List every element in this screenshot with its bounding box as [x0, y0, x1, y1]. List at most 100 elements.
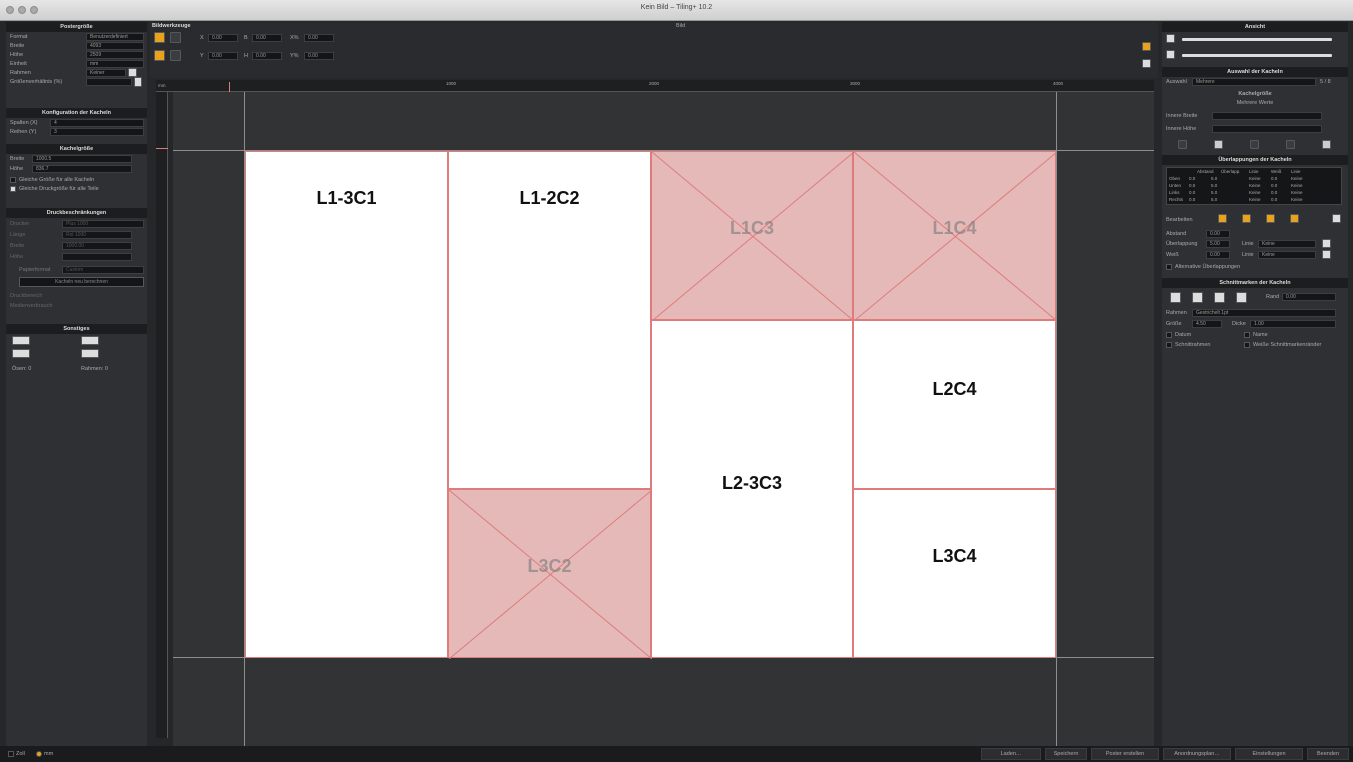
paper-format-select[interactable]: Custom — [62, 266, 144, 274]
tile-L2-3C3[interactable]: L2-3C3 — [651, 320, 853, 658]
edit-bottom-icon[interactable] — [1242, 214, 1251, 223]
tile-L2C4[interactable]: L2C4 — [853, 320, 1056, 489]
tile-L1C3[interactable]: L1C3 — [651, 151, 854, 321]
distance-input[interactable]: 0.00 — [1206, 230, 1230, 238]
print-height-input[interactable] — [62, 253, 132, 261]
inch-radio[interactable] — [8, 751, 14, 757]
xp-input[interactable]: 0.00 — [304, 34, 334, 42]
save-icon[interactable] — [1332, 214, 1341, 223]
date-checkbox[interactable] — [1166, 332, 1172, 338]
length-input[interactable]: Rol 1000 — [62, 231, 132, 239]
edit-top-icon[interactable] — [1218, 214, 1227, 223]
vertical-ruler — [156, 92, 168, 738]
zoom-slider[interactable] — [1182, 54, 1332, 57]
tile-height-input[interactable]: 836.7 — [32, 165, 132, 173]
image-icon[interactable] — [1166, 34, 1175, 43]
lock-icon[interactable] — [134, 77, 142, 87]
white-cutmark-checkbox[interactable] — [1244, 342, 1250, 348]
edit-left-icon[interactable] — [1266, 214, 1275, 223]
unit-select[interactable]: mm — [86, 60, 144, 68]
align-icon[interactable] — [1178, 140, 1187, 149]
printer-select[interactable]: Plus 1000 — [62, 220, 144, 228]
frame-style-icon[interactable] — [81, 336, 99, 345]
mm-radio[interactable] — [36, 751, 42, 757]
save-button[interactable]: Speichern — [1045, 748, 1087, 760]
settings-button[interactable]: Einstellungen — [1235, 748, 1303, 760]
tile-width-label: Breite — [10, 156, 25, 162]
poster-size-header: Postergröße — [6, 22, 147, 32]
load-button[interactable]: Laden… — [981, 748, 1041, 760]
line-color-swatch[interactable] — [1322, 239, 1331, 248]
margin-input[interactable]: 0.00 — [1282, 293, 1336, 301]
left-panel: Postergröße Format Benutzerdefiniert Bre… — [6, 22, 147, 746]
tile-L1-2C2[interactable]: L1-2C2 — [448, 151, 651, 489]
print-width-input[interactable]: 1000.00 — [62, 242, 132, 250]
layout-plan-button[interactable]: Anordnungsplan… — [1163, 748, 1231, 760]
h-input[interactable]: 0.00 — [252, 52, 282, 60]
tile-label-icon[interactable] — [12, 349, 30, 358]
tile-L3C2[interactable]: L3C2 — [448, 489, 652, 659]
selection-count: 5 / 8 — [1320, 79, 1331, 85]
poster-height-input[interactable]: 2509 — [86, 51, 144, 59]
ruler-mark: 3000 — [850, 81, 861, 86]
opacity-slider[interactable] — [1182, 38, 1332, 41]
ratio-label: Größenverhältnis (%) — [10, 79, 63, 85]
arrows-icon[interactable] — [81, 349, 99, 358]
same-print-size-checkbox[interactable] — [10, 186, 16, 192]
auto-fit-icon[interactable] — [154, 32, 165, 43]
inner-height-input[interactable] — [1212, 125, 1322, 133]
frame-color-swatch[interactable] — [128, 68, 137, 77]
edit-right-icon[interactable] — [1290, 214, 1299, 223]
image-info-icon[interactable] — [1142, 42, 1151, 51]
y-input[interactable]: 0.00 — [208, 52, 238, 60]
x-input[interactable]: 0.00 — [208, 34, 238, 42]
grid-icon[interactable] — [1166, 50, 1175, 59]
tile-width-input[interactable]: 1000.5 — [32, 155, 132, 163]
cutmark-style-icon[interactable] — [1192, 292, 1203, 303]
line-select[interactable]: Keine — [1258, 251, 1316, 259]
line-select[interactable]: Keine — [1258, 240, 1316, 248]
columns-input[interactable]: 4 — [50, 119, 144, 127]
tile-L1-3C1[interactable]: L1-3C1 — [245, 151, 448, 658]
align-icon[interactable] — [1286, 140, 1295, 149]
cutmark-style-icon[interactable] — [1214, 292, 1225, 303]
inner-width-input[interactable] — [1212, 112, 1322, 120]
cut-frame-checkbox[interactable] — [1166, 342, 1172, 348]
align-icon[interactable] — [1322, 140, 1331, 149]
crop-icon[interactable] — [154, 50, 165, 61]
grommet-icon[interactable] — [12, 336, 30, 345]
quit-button[interactable]: Beenden — [1307, 748, 1349, 760]
cutmark-style-icon[interactable] — [1236, 292, 1247, 303]
recalc-tiles-button[interactable]: Kacheln neu berechnen — [19, 277, 144, 287]
create-poster-button[interactable]: Poster erstellen — [1091, 748, 1159, 760]
align-icon[interactable] — [1214, 140, 1223, 149]
rows-input[interactable]: 3 — [50, 128, 144, 136]
selection-select[interactable]: Mehrere — [1192, 78, 1316, 86]
b-input[interactable]: 0.00 — [252, 34, 282, 42]
table-row[interactable]: Rechts — [1169, 196, 1183, 204]
align-icon[interactable] — [1250, 140, 1259, 149]
format-select[interactable]: Benutzerdefiniert — [86, 33, 144, 41]
name-checkbox[interactable] — [1244, 332, 1250, 338]
frame-select[interactable]: Keiner — [86, 69, 126, 77]
poster-canvas[interactable]: L1-3C1 L1-2C2 L3C2 L1C3 L2-3C3 L1C4 L2C4… — [173, 92, 1154, 746]
poster-width-input[interactable]: 4093 — [86, 42, 144, 50]
edit-label: Bearbeiten — [1166, 217, 1193, 223]
tile-L1C4[interactable]: L1C4 — [853, 151, 1057, 321]
yp-input[interactable]: 0.00 — [304, 52, 334, 60]
fullsize-icon[interactable] — [170, 32, 181, 43]
cutmark-style-icon[interactable] — [1170, 292, 1181, 303]
tile-L3C4[interactable]: L3C4 — [853, 489, 1056, 658]
cut-frame-select[interactable]: Gestrichelt 1pt — [1192, 309, 1336, 317]
same-size-checkbox[interactable] — [10, 177, 16, 183]
thickness-input[interactable]: 1.00 — [1250, 320, 1336, 328]
ratio-input[interactable] — [86, 78, 132, 86]
white-input[interactable]: 0.00 — [1206, 251, 1230, 259]
alt-overlap-checkbox[interactable] — [1166, 264, 1172, 270]
cut-size-input[interactable]: 4.50 — [1192, 320, 1222, 328]
cut-frame-label: Rahmen — [1166, 310, 1187, 316]
print-preview-icon[interactable] — [1142, 59, 1151, 68]
line-color-swatch[interactable] — [1322, 250, 1331, 259]
link-icon[interactable] — [170, 50, 181, 61]
overlap-input[interactable]: 5.00 — [1206, 240, 1230, 248]
